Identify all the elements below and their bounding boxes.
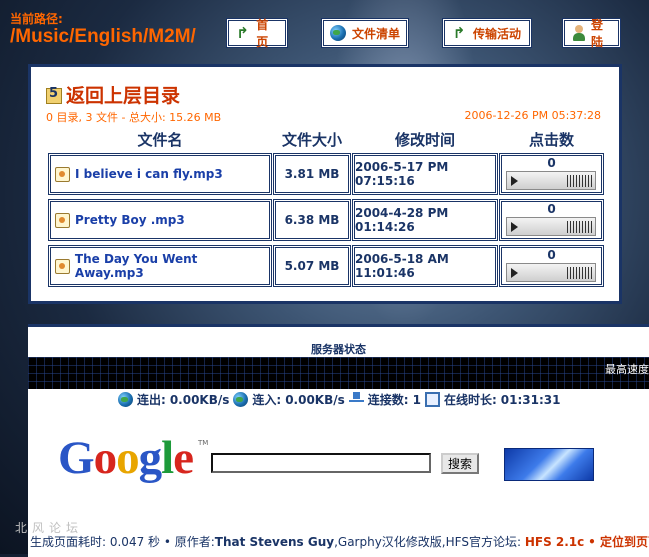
- column-header-size[interactable]: 文件大小: [273, 129, 351, 150]
- server-status-title: 服务器状态: [311, 343, 366, 356]
- file-size: 5.07 MB: [273, 245, 351, 287]
- audio-player[interactable]: [506, 171, 596, 190]
- column-header-modified[interactable]: 修改时间: [352, 129, 498, 150]
- user-icon: [571, 25, 585, 41]
- file-size: 3.81 MB: [273, 153, 351, 195]
- globe-icon: [330, 25, 346, 41]
- window-icon: [424, 392, 440, 407]
- file-modified: 2006-5-18 AM 11:01:46: [352, 245, 498, 287]
- nav-file-list-button[interactable]: 文件清单: [321, 18, 409, 48]
- footer-version-link[interactable]: HFS 2.1c: [525, 535, 584, 549]
- speed-graph-label: 最高速度: [605, 363, 649, 376]
- audio-player[interactable]: [506, 263, 596, 282]
- uptime-value: 01:31:31: [500, 392, 561, 407]
- audio-file-icon: [55, 258, 70, 274]
- file-name: I believe i can fly.mp3: [75, 167, 223, 181]
- file-name: Pretty Boy .mp3: [75, 213, 185, 227]
- play-icon[interactable]: [511, 268, 518, 278]
- footer-locate-top-link[interactable]: • 定位到页面顶: [588, 535, 649, 549]
- back-label: 返回上层目录: [66, 85, 181, 107]
- footer-credits[interactable]: ,Garphy汉化修改版,HFS官方论坛:: [334, 535, 521, 549]
- parent-folder-icon: [46, 86, 62, 104]
- play-icon[interactable]: [511, 222, 518, 232]
- out-label: 连出:: [137, 393, 166, 407]
- out-value: 0.00KB/s: [169, 392, 230, 407]
- column-header-hits[interactable]: 点击数: [499, 129, 604, 150]
- arrow-icon: ↱: [452, 24, 466, 42]
- network-icon: [348, 392, 364, 407]
- in-label: 连入:: [252, 393, 282, 407]
- audio-player[interactable]: [506, 217, 596, 236]
- google-logo[interactable]: Google: [58, 431, 194, 485]
- file-list-panel: 返回上层目录 0 目录, 3 文件 - 总大小: 15.26 MB 2006-1…: [28, 64, 622, 304]
- file-link[interactable]: Pretty Boy .mp3: [48, 199, 272, 241]
- in-value: 0.00KB/s: [285, 392, 345, 407]
- nav-home-button[interactable]: ↱ 首页: [226, 18, 288, 49]
- globe-icon: [233, 392, 249, 407]
- audio-file-icon: [55, 166, 70, 182]
- server-stats: 连出: 0.00KB/s 连入: 0.00KB/s 连接数: 1 在线时长: 0…: [118, 391, 560, 408]
- current-path[interactable]: /Music/English/M2M/: [10, 26, 196, 48]
- file-link[interactable]: I believe i can fly.mp3: [48, 153, 272, 195]
- volume-icon[interactable]: [567, 221, 594, 233]
- volume-icon[interactable]: [567, 175, 594, 187]
- file-name: The Day You Went Away.mp3: [74, 252, 198, 280]
- file-hits-cell: 0: [499, 199, 604, 241]
- file-hits-cell: 0: [499, 153, 604, 195]
- arrow-icon: ↱: [236, 24, 249, 42]
- hit-count: 0: [547, 248, 556, 262]
- folder-summary: 0 目录, 3 文件 - 总大小: 15.26 MB: [46, 111, 222, 124]
- column-header-name[interactable]: 文件名: [48, 129, 272, 150]
- connections-value: 1: [412, 392, 421, 407]
- trademark-mark: TM: [198, 439, 209, 447]
- file-modified: 2004-4-28 PM 01:14:26: [352, 199, 498, 241]
- google-search-button[interactable]: 搜索: [441, 453, 479, 474]
- play-icon[interactable]: [511, 176, 518, 186]
- footer-author-link[interactable]: That Stevens Guy: [215, 535, 334, 549]
- nav-home-label: 首页: [256, 18, 269, 49]
- uptime-label: 在线时长:: [443, 393, 497, 407]
- current-path-label: 当前路径:: [10, 12, 63, 26]
- volume-icon[interactable]: [567, 267, 594, 279]
- server-status-panel: 服务器状态 最高速度 连出: 0.00KB/s 连入: 0.00KB/s 连接数…: [28, 324, 649, 557]
- page-footer: 生成页面耗时: 0.047 秒 • 原作者:That Stevens Guy,G…: [30, 533, 649, 550]
- file-link[interactable]: The Day You Went Away.mp3: [48, 245, 272, 287]
- file-hits-cell: 0: [499, 245, 604, 287]
- globe-icon: [118, 392, 133, 407]
- connections-label: 连接数:: [367, 393, 409, 407]
- server-datetime: 2006-12-26 PM 05:37:28: [464, 109, 601, 122]
- file-size: 6.38 MB: [273, 199, 351, 241]
- audio-file-icon: [55, 212, 70, 228]
- footer-text: 生成页面耗时: 0.047 秒 • 原作者:: [30, 535, 215, 549]
- nav-transfer-label: 传输活动: [473, 26, 522, 41]
- nav-file-list-label: 文件清单: [352, 26, 401, 41]
- nav-login-button[interactable]: 登陆: [562, 18, 621, 49]
- nav-transfer-button[interactable]: ↱ 传输活动: [442, 18, 532, 48]
- back-to-parent-link[interactable]: 返回上层目录: [46, 81, 180, 108]
- hit-count: 0: [547, 202, 556, 216]
- nav-login-label: 登陆: [591, 18, 604, 49]
- hit-count: 0: [547, 156, 556, 170]
- file-modified: 2006-5-17 PM 07:15:16: [352, 153, 498, 195]
- google-search-input[interactable]: [211, 453, 431, 473]
- banner-badge[interactable]: [504, 448, 594, 481]
- speed-graph: 最高速度: [28, 357, 649, 389]
